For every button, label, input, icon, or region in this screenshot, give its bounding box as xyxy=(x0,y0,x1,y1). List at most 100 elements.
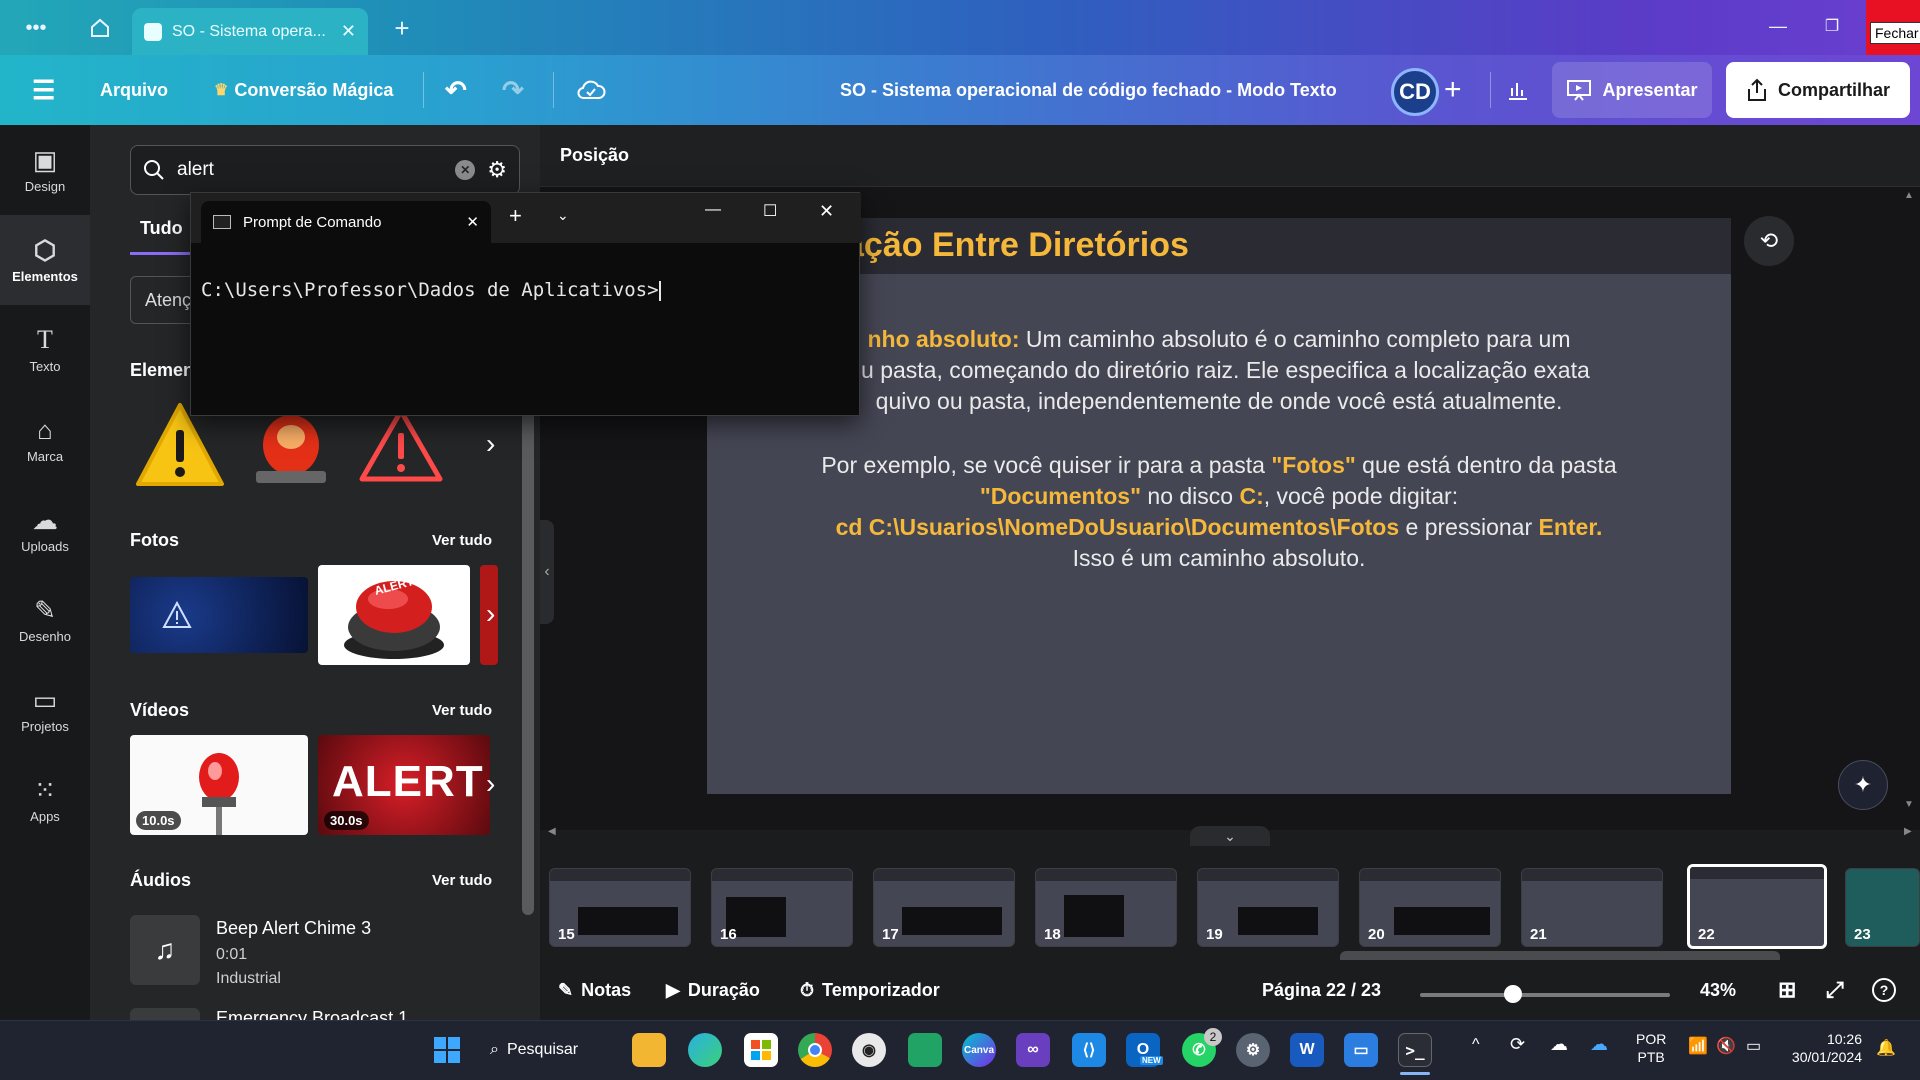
page-thumbnail-18[interactable]: 18 xyxy=(1035,868,1177,947)
onedrive-business-icon[interactable]: ☁ xyxy=(1590,1034,1608,1055)
word-icon[interactable]: W xyxy=(1290,1033,1324,1067)
duration-button[interactable]: ▶ Duração xyxy=(666,960,760,1020)
share-button[interactable]: Compartilhar xyxy=(1726,62,1910,118)
page-thumbnail-20[interactable]: 20 xyxy=(1359,868,1501,947)
audios-see-all-link[interactable]: Ver tudo xyxy=(432,872,492,889)
insights-icon[interactable] xyxy=(1500,55,1536,125)
zoom-percentage[interactable]: 43% xyxy=(1700,960,1736,1020)
present-button[interactable]: Apresentar xyxy=(1552,62,1712,118)
page-thumbnail-21[interactable]: 21 xyxy=(1521,868,1663,947)
grid-view-icon[interactable]: ⊞ xyxy=(1778,960,1796,1020)
new-tab-icon[interactable]: + xyxy=(509,203,522,229)
avatar[interactable]: CD xyxy=(1391,68,1439,116)
tab-all[interactable]: Tudo xyxy=(140,218,183,239)
browser-tab-active[interactable]: SO - Sistema opera... ✕ xyxy=(132,8,368,55)
timer-button[interactable]: ⏱ Temporizador xyxy=(800,960,940,1020)
photos-see-all-link[interactable]: Ver tudo xyxy=(432,532,492,549)
notifications-bell-icon[interactable]: 🔔 xyxy=(1876,1038,1896,1058)
command-prompt-window[interactable]: Prompt de Comando ✕ + ⌄ — ☐ ✕ C:\Users\P… xyxy=(190,192,861,416)
settings-gear-icon[interactable]: ⚙ xyxy=(1236,1033,1270,1067)
music-note-icon[interactable]: ♫ xyxy=(130,915,200,985)
file-menu[interactable]: Arquivo xyxy=(100,55,168,125)
slide-paragraph-2[interactable]: Por exemplo, se você quiser ir para a pa… xyxy=(707,450,1731,574)
position-button[interactable]: Posição xyxy=(560,145,629,166)
music-note-icon[interactable] xyxy=(130,1008,200,1020)
slide[interactable]: ação Entre Diretórios nho absoluto: Um c… xyxy=(707,218,1731,794)
canva-app-icon[interactable]: Canva xyxy=(962,1033,996,1067)
media-player-icon[interactable]: ◉ xyxy=(852,1033,886,1067)
rail-item-text[interactable]: T Texto xyxy=(0,305,90,395)
edge-icon[interactable] xyxy=(688,1033,722,1067)
canvas-scrollbar[interactable]: ▲ ▼ xyxy=(1904,190,1914,810)
notes-button[interactable]: ✎ Notas xyxy=(558,960,631,1020)
clock[interactable]: 10:26 30/01/2024 xyxy=(1784,1030,1862,1066)
panel-scrollbar[interactable] xyxy=(522,395,534,915)
rail-item-design[interactable]: ▣ Design xyxy=(0,125,90,215)
filmstrip-scroll-right-icon[interactable]: ▶ xyxy=(1904,826,1912,837)
photo-alert-button[interactable]: ALERT xyxy=(318,565,470,665)
chevron-right-icon[interactable]: › xyxy=(486,768,495,800)
battery-icon[interactable]: ▭ xyxy=(1746,1036,1761,1056)
taskbar-search[interactable]: ⌕ Pesquisar xyxy=(490,1030,610,1070)
filter-icon[interactable]: ⚙ xyxy=(487,157,507,183)
collapse-panel-handle[interactable]: ‹ xyxy=(540,520,554,624)
element-siren[interactable] xyxy=(246,405,336,485)
windows-start-icon[interactable] xyxy=(430,1033,464,1067)
clear-search-icon[interactable]: ✕ xyxy=(455,160,476,180)
maximize-icon[interactable]: ☐ xyxy=(763,201,777,221)
minimize-icon[interactable]: — xyxy=(705,201,721,219)
remote-desktop-icon[interactable]: ▭ xyxy=(1344,1033,1378,1067)
help-icon[interactable]: ? xyxy=(1872,960,1896,1020)
rail-item-draw[interactable]: ✎ Desenho xyxy=(0,575,90,665)
rail-item-projects[interactable]: ▭ Projetos xyxy=(0,665,90,755)
document-title[interactable]: SO - Sistema operacional de código fecha… xyxy=(840,55,1337,125)
close-icon[interactable]: ✕ xyxy=(819,201,834,222)
search-input[interactable]: alert ✕ ⚙ xyxy=(130,145,520,195)
chevron-right-icon[interactable]: › xyxy=(486,598,495,630)
page-thumbnail-23[interactable]: 23 xyxy=(1845,868,1920,947)
videos-see-all-link[interactable]: Ver tudo xyxy=(432,702,492,719)
rail-item-uploads[interactable]: ☁ Uploads xyxy=(0,485,90,575)
file-explorer-icon[interactable] xyxy=(632,1033,666,1067)
microsoft-store-icon[interactable] xyxy=(744,1033,778,1067)
rail-item-apps[interactable]: ⁙ Apps xyxy=(0,755,90,845)
filmstrip-scroll-left-icon[interactable]: ◀ xyxy=(548,826,556,837)
classroom-icon[interactable] xyxy=(908,1033,942,1067)
collapse-filmstrip-icon[interactable]: ⌄ xyxy=(1190,826,1270,846)
chrome-icon[interactable] xyxy=(798,1033,832,1067)
terminal-icon[interactable]: >_ xyxy=(1398,1033,1432,1067)
more-icon[interactable]: ••• xyxy=(14,6,58,50)
new-tab-icon[interactable]: + xyxy=(380,6,424,50)
chevron-up-icon[interactable]: ^ xyxy=(1472,1036,1480,1054)
page-thumbnail-16[interactable]: 16 xyxy=(711,868,853,947)
page-indicator[interactable]: Página 22 / 23 xyxy=(1262,960,1381,1020)
vscode-icon[interactable]: ⟨⟩ xyxy=(1072,1033,1106,1067)
zoom-slider-handle[interactable] xyxy=(1504,985,1522,1003)
volume-muted-icon[interactable]: 🔇 xyxy=(1716,1036,1736,1056)
add-comment-icon[interactable]: ⟲ xyxy=(1744,216,1794,266)
video-red-siren[interactable]: 10.0s xyxy=(130,735,308,835)
chevron-right-icon[interactable]: › xyxy=(486,428,495,460)
element-neon-warning[interactable] xyxy=(356,405,446,485)
home-icon[interactable] xyxy=(78,6,122,50)
fullscreen-icon[interactable]: ⤢ xyxy=(1826,960,1844,1020)
onedrive-icon[interactable]: ☁ xyxy=(1550,1034,1568,1055)
zoom-slider[interactable] xyxy=(1420,993,1670,997)
audio-title[interactable]: Beep Alert Chime 3 xyxy=(216,918,371,939)
page-thumbnail-15[interactable]: 15 xyxy=(549,868,691,947)
undo-icon[interactable]: ↶ xyxy=(445,55,467,125)
rail-item-elements[interactable]: ⬡ Elementos xyxy=(0,215,90,305)
cmd-tab[interactable]: Prompt de Comando ✕ xyxy=(201,201,491,243)
close-tab-icon[interactable]: ✕ xyxy=(466,213,479,231)
slide-title[interactable]: ação Entre Diretórios xyxy=(845,226,1189,265)
redo-icon[interactable]: ↷ xyxy=(502,55,524,125)
page-thumbnail-19[interactable]: 19 xyxy=(1197,868,1339,947)
close-tab-icon[interactable]: ✕ xyxy=(341,21,356,42)
rail-item-brand[interactable]: ⌂ Marca xyxy=(0,395,90,485)
minimize-window-icon[interactable]: — xyxy=(1756,4,1800,48)
sync-icon[interactable]: ⟳ xyxy=(1510,1034,1525,1055)
wifi-icon[interactable]: 📶 xyxy=(1688,1036,1708,1056)
page-thumbnail-22[interactable]: 22 xyxy=(1687,864,1827,949)
cmd-prompt-line[interactable]: C:\Users\Professor\Dados de Aplicativos> xyxy=(201,279,661,301)
restore-window-icon[interactable]: ❐ xyxy=(1810,4,1854,48)
